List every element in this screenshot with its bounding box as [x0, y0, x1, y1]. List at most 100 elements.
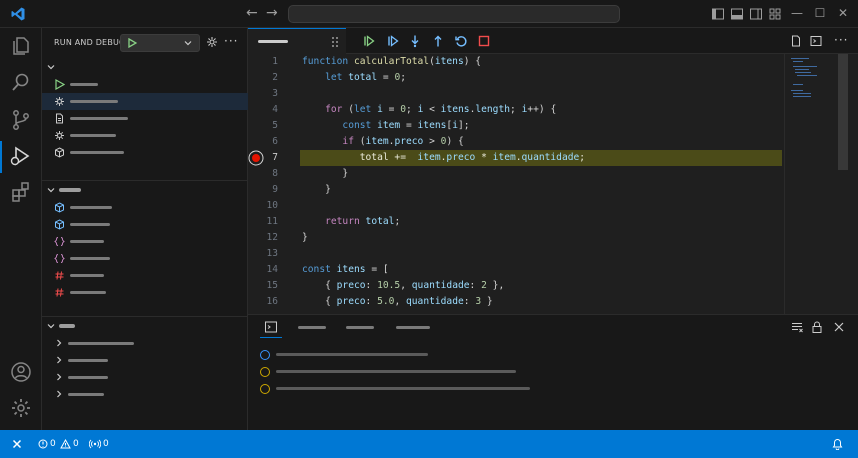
line-number[interactable]: 14 — [248, 262, 278, 278]
chevron-right-icon[interactable] — [54, 389, 64, 399]
chevron-down-icon[interactable] — [183, 38, 193, 48]
step-into-icon[interactable] — [408, 34, 422, 48]
watch-section-header[interactable] — [42, 181, 248, 199]
code-line[interactable]: if (item.preco > 0) { — [302, 134, 463, 150]
line-number[interactable]: 8 — [248, 166, 278, 182]
remote-indicator[interactable] — [0, 430, 34, 458]
restart-icon[interactable] — [454, 34, 468, 48]
line-number[interactable]: 15 — [248, 278, 278, 294]
code-area[interactable]: function calcularTotal(itens) { let tota… — [302, 54, 782, 314]
error-count[interactable]: 0 — [50, 438, 56, 450]
tree-item[interactable] — [42, 335, 248, 352]
code-line[interactable]: function calcularTotal(itens) { — [302, 54, 481, 70]
panel-tab[interactable] — [298, 326, 326, 329]
debug-configuration-select[interactable] — [120, 34, 200, 52]
breakpoint-icon[interactable] — [248, 150, 264, 166]
code-line[interactable]: } — [302, 182, 331, 198]
list-item[interactable] — [42, 110, 248, 127]
minimap-slider[interactable] — [838, 54, 848, 170]
variables-section-header[interactable] — [42, 58, 248, 76]
line-number[interactable]: 9 — [248, 182, 278, 198]
code-line[interactable]: total += item.preco * item.quantidade; — [302, 150, 585, 166]
stop-icon[interactable] — [477, 34, 491, 48]
step-out-icon[interactable] — [431, 34, 445, 48]
toggle-panel-icon[interactable] — [730, 7, 744, 21]
notifications-bell-icon[interactable] — [832, 438, 843, 450]
list-item[interactable] — [42, 127, 248, 144]
list-item[interactable] — [42, 144, 248, 161]
code-editor[interactable]: 1 2 3 4 5 6 7 8 9 10 11 12 13 14 15 16 function calcula… — [248, 54, 858, 314]
line-number[interactable]: 10 — [248, 198, 278, 214]
line-number[interactable]: 2 — [248, 70, 278, 86]
clear-output-icon[interactable] — [790, 320, 804, 334]
manage-gear-icon[interactable] — [9, 396, 33, 420]
code-line[interactable]: const itens = [ — [302, 262, 389, 278]
debug-toolbar-grip-icon[interactable] — [330, 36, 340, 48]
command-center-search[interactable] — [288, 5, 620, 23]
step-over-icon[interactable] — [386, 34, 400, 48]
list-item[interactable] — [42, 216, 248, 233]
search-icon[interactable] — [9, 70, 33, 94]
chevron-right-icon[interactable] — [54, 372, 64, 382]
line-number[interactable]: 4 — [248, 102, 278, 118]
list-item[interactable] — [42, 250, 248, 267]
tree-item[interactable] — [42, 386, 248, 403]
line-number[interactable]: 11 — [248, 214, 278, 230]
code-line[interactable]: } — [302, 166, 348, 182]
terminal-icon[interactable] — [264, 320, 278, 334]
ports-count[interactable]: 0 — [103, 438, 109, 450]
close-window-icon[interactable]: ✕ — [836, 6, 850, 20]
line-number[interactable]: 12 — [248, 230, 278, 246]
warning-count[interactable]: 0 — [73, 438, 79, 450]
minimap[interactable] — [784, 54, 848, 314]
code-line[interactable]: for (let i = 0; i < itens.length; i++) { — [302, 102, 556, 118]
explorer-icon[interactable] — [9, 34, 33, 58]
list-item[interactable] — [42, 233, 248, 250]
split-editor-icon[interactable] — [810, 35, 822, 47]
source-control-icon[interactable] — [9, 108, 33, 132]
chevron-right-icon[interactable] — [54, 355, 64, 365]
start-debugging-icon[interactable] — [127, 38, 137, 48]
list-item[interactable] — [42, 284, 248, 301]
code-line[interactable]: { preco: 10.5, quantidade: 2 }, — [302, 278, 504, 294]
continue-icon[interactable] — [362, 34, 376, 48]
call-stack-section-header[interactable] — [42, 317, 248, 335]
toggle-primary-sidebar-icon[interactable] — [711, 7, 725, 21]
open-changes-icon[interactable] — [790, 35, 802, 47]
list-item[interactable] — [42, 199, 248, 216]
lock-icon[interactable] — [810, 320, 824, 334]
tree-item[interactable] — [42, 352, 248, 369]
toggle-secondary-sidebar-icon[interactable] — [749, 7, 763, 21]
run-and-debug-icon[interactable] — [9, 144, 33, 168]
line-number[interactable]: 13 — [248, 246, 278, 262]
minimize-icon[interactable]: — — [790, 6, 804, 20]
code-line[interactable]: } — [302, 230, 308, 246]
open-launch-json-gear-icon[interactable] — [206, 36, 218, 48]
code-line[interactable]: { preco: 5.0, quantidade: 3 } — [302, 294, 493, 310]
line-number[interactable]: 16 — [248, 294, 278, 310]
more-actions-icon[interactable]: ··· — [834, 33, 848, 47]
more-actions-icon[interactable]: ··· — [224, 34, 238, 48]
line-number[interactable]: 3 — [248, 86, 278, 102]
code-line[interactable]: const item = itens[i]; — [302, 118, 469, 134]
customize-layout-icon[interactable] — [768, 7, 782, 21]
code-line[interactable]: return total; — [302, 214, 400, 230]
list-item[interactable] — [42, 76, 248, 93]
line-number[interactable]: 1 — [248, 54, 278, 70]
panel-tab[interactable] — [396, 326, 430, 329]
tree-item[interactable] — [42, 369, 248, 386]
editor-tab[interactable] — [248, 28, 346, 54]
line-number[interactable]: 6 — [248, 134, 278, 150]
close-panel-icon[interactable] — [832, 320, 846, 334]
extensions-icon[interactable] — [9, 180, 33, 204]
line-number[interactable]: 5 — [248, 118, 278, 134]
accounts-icon[interactable] — [9, 360, 33, 384]
code-line[interactable]: let total = 0; — [302, 70, 406, 86]
back-arrow-icon[interactable]: ← — [246, 5, 258, 21]
line-number-gutter[interactable]: 1 2 3 4 5 6 7 8 9 10 11 12 13 14 15 16 — [248, 54, 292, 314]
maximize-icon[interactable]: ☐ — [813, 6, 827, 20]
list-item[interactable] — [42, 93, 248, 110]
forward-arrow-icon[interactable]: → — [266, 5, 278, 21]
chevron-right-icon[interactable] — [54, 338, 64, 348]
panel-tab[interactable] — [346, 326, 374, 329]
